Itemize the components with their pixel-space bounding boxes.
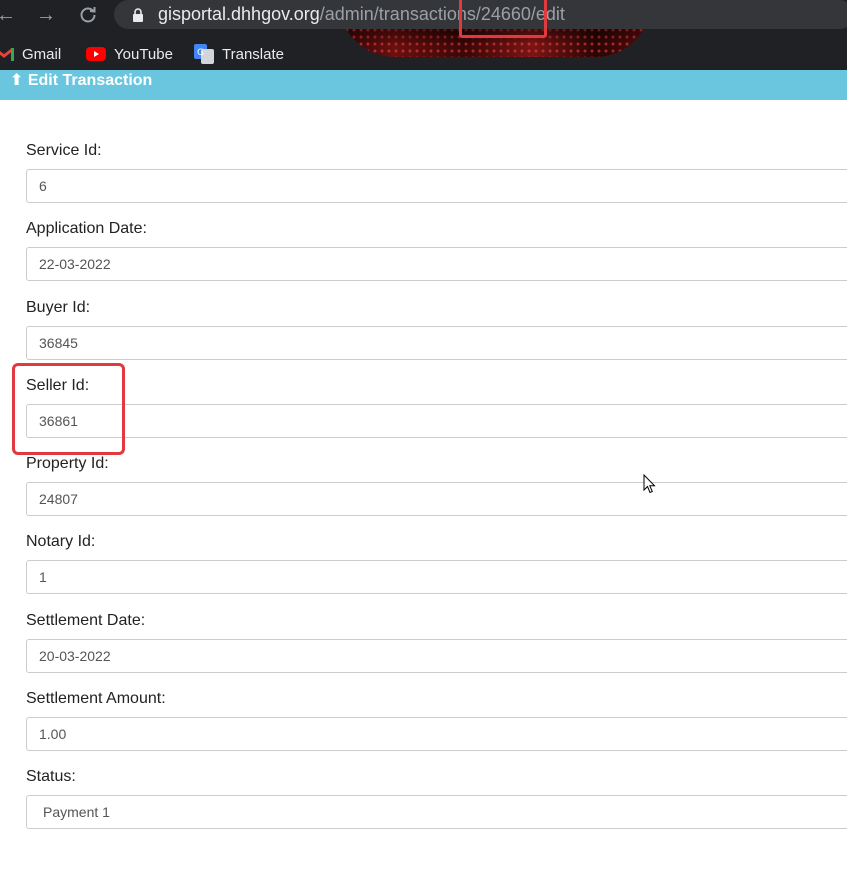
- seller-id-input[interactable]: [26, 403, 847, 438]
- bookmark-translate[interactable]: G Translate: [194, 44, 284, 64]
- gmail-icon: [0, 47, 14, 61]
- settlement-amount-input[interactable]: [26, 717, 847, 752]
- status-select[interactable]: Payment 1: [26, 795, 847, 830]
- field-settlement-amount: Settlement Amount:: [26, 688, 847, 766]
- field-application-date: Application Date:: [26, 218, 847, 296]
- bookmark-label: YouTube: [114, 45, 173, 63]
- url-highlight-annotation: [459, 0, 547, 38]
- status-label: Status:: [26, 768, 76, 786]
- bookmarks-bar: Gmail YouTube G Translate: [0, 40, 847, 68]
- field-property-id: Property Id:: [26, 453, 847, 531]
- field-notary-id: Notary Id:: [26, 531, 847, 609]
- edit-transaction-form: Service Id: Application Date: Buyer Id: …: [26, 140, 847, 845]
- service-id-input[interactable]: [26, 169, 847, 203]
- svg-text:G: G: [197, 48, 204, 58]
- youtube-icon: [86, 47, 106, 61]
- forward-arrow-icon[interactable]: →: [34, 3, 58, 27]
- pin-icon: ⬆: [10, 72, 24, 89]
- application-date-label: Application Date:: [26, 220, 147, 238]
- buyer-id-label: Buyer Id:: [26, 298, 91, 316]
- field-settlement-date: Settlement Date:: [26, 610, 847, 688]
- settlement-date-label: Settlement Date:: [26, 611, 146, 629]
- field-status: Status: Payment 1: [26, 766, 847, 844]
- page-title-text: Edit Transaction: [27, 72, 153, 89]
- browser-chrome: ← → gisportal.dhhgov.org/admin/transacti…: [0, 0, 847, 77]
- panel-header: ⬆ Edit Transaction: [0, 70, 847, 100]
- url-host: gisportal.dhhgov.org: [158, 4, 320, 24]
- browser-toolbar: ← → gisportal.dhhgov.org/admin/transacti…: [0, 0, 847, 38]
- reload-icon[interactable]: [76, 3, 100, 27]
- translate-icon: G: [194, 44, 214, 64]
- bookmark-label: Gmail: [22, 45, 62, 63]
- field-service-id: Service Id:: [26, 140, 847, 218]
- mouse-cursor-icon: [643, 474, 656, 494]
- field-seller-id: Seller Id:: [26, 375, 847, 453]
- seller-id-highlight-annotation: [12, 363, 125, 455]
- settlement-amount-label: Settlement Amount:: [26, 690, 166, 708]
- notary-id-label: Notary Id:: [26, 533, 96, 551]
- lock-icon: [133, 8, 143, 22]
- field-buyer-id: Buyer Id:: [26, 297, 847, 375]
- back-arrow-icon[interactable]: ←: [0, 3, 18, 27]
- service-id-label: Service Id:: [26, 142, 102, 159]
- bookmark-youtube[interactable]: YouTube: [86, 44, 173, 64]
- property-id-input[interactable]: [26, 482, 847, 517]
- notary-id-input[interactable]: [26, 560, 847, 595]
- property-id-label: Property Id:: [26, 455, 109, 473]
- page-title: ⬆ Edit Transaction: [10, 71, 152, 91]
- bookmark-gmail[interactable]: Gmail: [0, 44, 61, 64]
- buyer-id-input[interactable]: [26, 325, 847, 360]
- bookmark-label: Translate: [222, 45, 284, 63]
- application-date-input[interactable]: [26, 247, 847, 282]
- settlement-date-input[interactable]: [26, 638, 847, 673]
